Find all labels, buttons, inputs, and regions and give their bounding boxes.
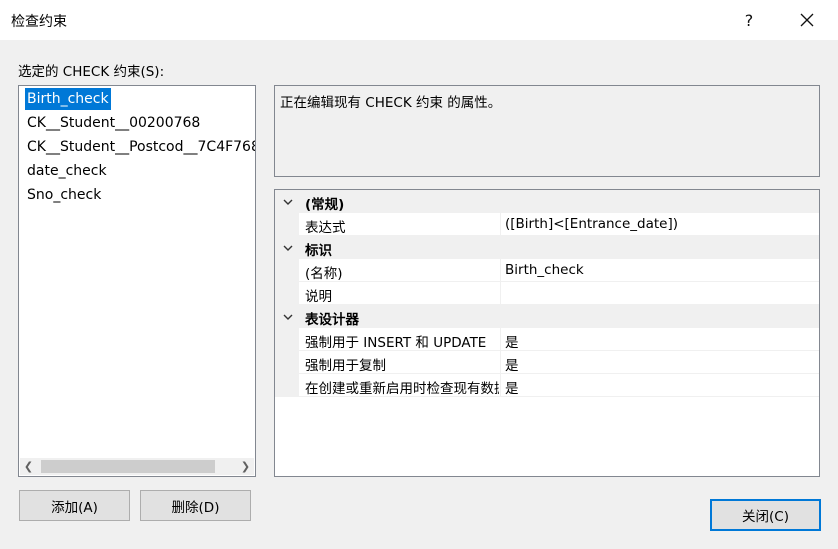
category-identity[interactable]: 标识 [275,236,819,259]
property-value[interactable]: 是 [505,331,519,351]
close-icon [800,13,814,27]
chevron-down-icon[interactable] [281,310,295,324]
property-value[interactable]: 是 [505,377,519,397]
chevron-down-icon[interactable] [281,241,295,255]
constraint-list-label: 选定的 CHECK 约束(S): [18,64,165,80]
help-button[interactable]: ? [726,0,772,40]
list-item-ck-student-postcod[interactable]: CK__Student__Postcod__7C4F7684 [25,136,255,158]
property-name: (名称) [305,266,343,282]
property-row-expression[interactable]: 表达式 ([Birth]<[Entrance_date]) [275,213,819,236]
property-row-enforce-insert-update[interactable]: 强制用于 INSERT 和 UPDATE 是 [275,328,819,351]
property-name: 说明 [305,289,332,305]
property-name: 表达式 [305,220,346,236]
title-bar: 检查约束 ? [0,0,838,40]
property-name: 在创建或重新启用时检查现有数据 [305,381,499,397]
list-item-ck-student-00200768[interactable]: CK__Student__00200768 [25,112,202,134]
add-button[interactable]: 添加(A) [19,490,130,521]
close-window-button[interactable] [784,0,830,40]
category-label: 标识 [305,243,332,259]
scrollbar-thumb[interactable] [41,460,215,473]
category-label: (常规) [305,197,345,213]
property-name: 强制用于复制 [305,358,386,374]
list-item-birth-check[interactable]: Birth_check [25,88,111,110]
info-panel: 正在编辑现有 CHECK 约束 的属性。 [274,85,820,177]
property-value[interactable]: ([Birth]<[Entrance_date]) [505,216,678,232]
chevron-down-icon[interactable] [281,195,295,209]
delete-button[interactable]: 删除(D) [140,490,251,521]
list-item-date-check[interactable]: date_check [25,160,109,182]
property-row-name[interactable]: (名称) Birth_check [275,259,819,282]
property-value[interactable]: Birth_check [505,262,584,278]
property-row-enforce-replication[interactable]: 强制用于复制 是 [275,351,819,374]
scroll-left-icon[interactable]: ❮ [20,458,37,475]
list-item-sno-check[interactable]: Sno_check [25,184,103,206]
property-grid[interactable]: (常规) 表达式 ([Birth]<[Entrance_date]) 标识 (名… [274,189,820,477]
horizontal-scrollbar[interactable]: ❮ ❯ [20,458,254,475]
category-label: 表设计器 [305,312,359,328]
window-title: 检查约束 [11,14,67,30]
property-row-description[interactable]: 说明 [275,282,819,305]
info-text: 正在编辑现有 CHECK 约束 的属性。 [280,95,502,111]
help-icon: ? [744,10,754,30]
category-table-designer[interactable]: 表设计器 [275,305,819,328]
constraint-list[interactable]: Birth_check CK__Student__00200768 CK__St… [18,85,256,477]
close-button[interactable]: 关闭(C) [710,499,821,531]
property-row-check-existing-data[interactable]: 在创建或重新启用时检查现有数据 是 [275,374,819,397]
category-general[interactable]: (常规) [275,190,819,213]
property-name: 强制用于 INSERT 和 UPDATE [305,335,487,351]
scroll-right-icon[interactable]: ❯ [237,458,254,475]
property-value[interactable]: 是 [505,354,519,374]
